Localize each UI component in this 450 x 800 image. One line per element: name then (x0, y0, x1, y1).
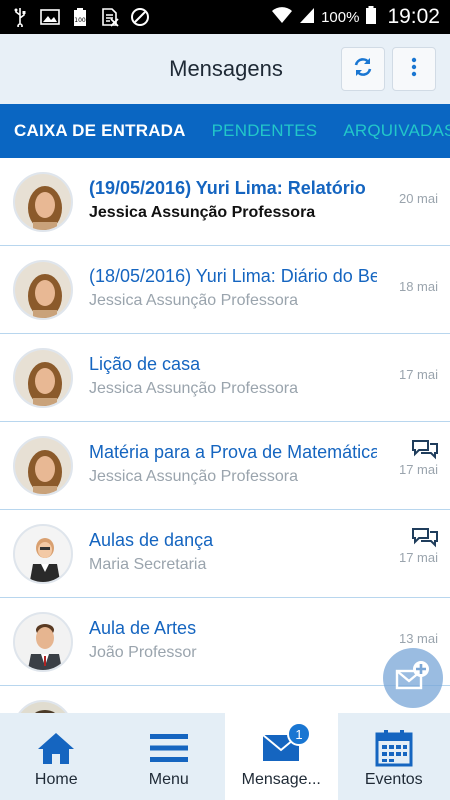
message-row[interactable]: Lição de casa Jessica Assunção Professor… (0, 334, 450, 422)
signal-icon (299, 6, 315, 28)
message-date: 20 mai (398, 191, 438, 206)
avatar (13, 612, 73, 672)
tab-bar: CAIXA DE ENTRADA PENDENTES ARQUIVADAS (0, 104, 450, 158)
message-row[interactable]: Matéria para a Prova de Matemática Jessi… (0, 422, 450, 510)
message-row[interactable]: (19/05/2016) Yuri Lima: Relatório Jessic… (0, 158, 450, 246)
message-subject: Aulas de dança (89, 530, 214, 550)
clock: 19:02 (387, 5, 440, 28)
tab-pending[interactable]: PENDENTES (199, 121, 331, 141)
message-sender: Jessica Assunção Professora (89, 204, 316, 221)
unread-badge: 1 (287, 722, 311, 746)
message-date: 17 mai (398, 550, 438, 565)
avatar (13, 436, 73, 496)
message-sender: Jessica Assunção Professora (89, 380, 298, 397)
message-date: 18 mai (398, 279, 438, 294)
message-sender: Maria Secretaria (89, 556, 207, 573)
message-sender: Jessica Assunção Professora (89, 292, 298, 309)
nav-menu-label: Menu (148, 771, 189, 788)
nav-home-label: Home (34, 771, 78, 788)
message-row[interactable]: Aulas de dança Maria Secretaria 17 mai (0, 510, 450, 598)
nav-home[interactable]: Home (0, 713, 113, 800)
message-date: 17 mai (398, 367, 438, 382)
message-subject: Matéria para a Prova de Matemática (89, 442, 377, 462)
message-date: 13 mai (398, 631, 438, 646)
home-icon (36, 730, 76, 766)
compose-message-icon (394, 659, 432, 698)
message-sender: Jessica Assunção Professora (89, 468, 298, 485)
overflow-menu-button[interactable] (392, 47, 436, 91)
svg-text:100: 100 (74, 17, 86, 24)
image-icon (40, 7, 60, 27)
compose-button[interactable] (383, 648, 443, 708)
nav-messages[interactable]: 1 Mensage... (225, 713, 338, 800)
message-row[interactable] (0, 686, 450, 713)
message-sender: João Professor (89, 644, 197, 661)
message-list: (19/05/2016) Yuri Lima: Relatório Jessic… (0, 158, 450, 713)
avatar (13, 172, 73, 232)
message-subject: (19/05/2016) Yuri Lima: Relatório (89, 178, 366, 198)
message-date: 17 mai (398, 462, 438, 477)
message-subject: Aula de Artes (89, 618, 197, 638)
avatar (13, 700, 73, 713)
conversation-icon (411, 526, 439, 553)
sim-off-icon (100, 7, 120, 27)
nav-events-label: Eventos (364, 771, 423, 788)
avatar (13, 524, 73, 584)
more-vertical-icon (411, 57, 417, 82)
avatar (13, 348, 73, 408)
wifi-icon (271, 6, 293, 28)
battery-percent: 100% (321, 8, 360, 26)
menu-icon (149, 730, 189, 766)
tab-archived[interactable]: ARQUIVADAS (330, 121, 450, 141)
tab-inbox[interactable]: CAIXA DE ENTRADA (0, 121, 199, 141)
message-row[interactable]: (18/05/2016) Yuri Lima: Diário do Bebê J… (0, 246, 450, 334)
nav-messages-label: Mensage... (241, 771, 321, 788)
calendar-icon (375, 730, 413, 767)
status-bar: 100 100% 19:02 (0, 0, 450, 34)
conversation-icon (411, 438, 439, 465)
bottom-navigation: Home Menu 1 Mensage... Eventos (0, 713, 450, 800)
avatar (13, 260, 73, 320)
refresh-icon (352, 56, 374, 83)
nav-menu[interactable]: Menu (113, 713, 226, 800)
message-subject: (18/05/2016) Yuri Lima: Diário do Bebê (89, 266, 377, 286)
app-bar: Mensagens (0, 34, 450, 104)
battery-icon (365, 5, 377, 29)
usb-icon (10, 7, 30, 27)
message-subject: Lição de casa (89, 354, 201, 374)
sync-blocked-icon (130, 7, 150, 27)
battery-saver-icon: 100 (70, 7, 90, 27)
nav-events[interactable]: Eventos (338, 713, 450, 800)
refresh-button[interactable] (341, 47, 385, 91)
